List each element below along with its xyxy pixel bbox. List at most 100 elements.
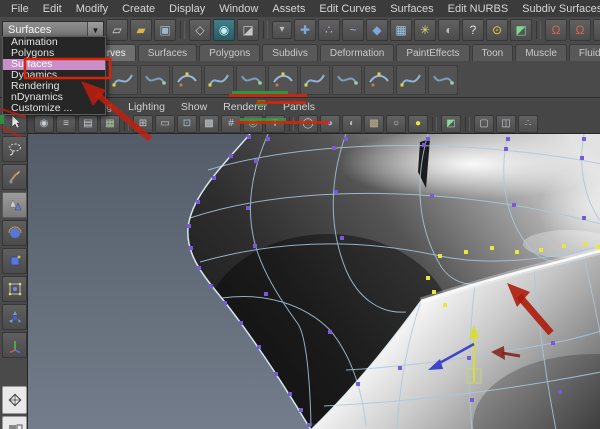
plugin-shapes-icon[interactable]: ∴	[518, 114, 538, 133]
highlight-selection-icon[interactable]: ◩	[510, 19, 532, 41]
textured-icon[interactable]: ▩	[364, 114, 384, 133]
mask-expand-icon[interactable]: ▾	[272, 21, 292, 39]
insert-knot-icon[interactable]	[364, 64, 394, 95]
rotate-tool[interactable]	[2, 220, 27, 246]
snap-curve-icon[interactable]: Ω	[569, 19, 591, 41]
cv-curve-tool-icon[interactable]	[108, 64, 138, 95]
default-light-icon[interactable]: ○	[386, 114, 406, 133]
menu-edit-nurbs[interactable]: Edit NURBS	[441, 3, 516, 15]
soft-modification-icon	[8, 311, 21, 323]
shelf-tab-painteffects[interactable]: PaintEffects	[396, 44, 470, 61]
shelf-tab-deformation[interactable]: Deformation	[319, 44, 395, 61]
menu-subdiv-surfaces[interactable]: Subdiv Surfaces	[515, 3, 600, 15]
panel-menu-panels[interactable]: Panels	[275, 101, 323, 113]
universal-manipulator-icon	[8, 282, 21, 296]
snap-point-icon[interactable]: Ω	[593, 19, 600, 41]
xray-icon[interactable]: ▢	[474, 114, 494, 133]
select-cursor-icon	[11, 114, 21, 129]
bookmarks-icon[interactable]: ▤	[78, 114, 98, 133]
lasso-tool[interactable]	[2, 136, 27, 162]
open-scene-icon[interactable]: ▰	[130, 19, 152, 41]
lasso-icon	[8, 143, 21, 156]
menu-window[interactable]: Window	[212, 3, 265, 15]
shelf-tab-muscle[interactable]: Muscle	[515, 44, 567, 61]
dropdown-item-customize[interactable]: Customize ...	[3, 103, 105, 114]
image-plane-icon[interactable]: ▦	[100, 114, 120, 133]
paint-selection-tool[interactable]	[2, 164, 27, 190]
open-close-curve-icon[interactable]	[332, 64, 362, 95]
four-view-layout-button[interactable]	[2, 386, 27, 414]
menu-surfaces[interactable]: Surfaces	[383, 3, 440, 15]
menu-edit[interactable]: Edit	[36, 3, 69, 15]
perspective-viewport[interactable]	[27, 133, 600, 429]
panel-menu-renderer[interactable]: Renderer	[215, 101, 275, 113]
extend-curve-icon[interactable]	[396, 64, 426, 95]
field-chart-icon[interactable]: #	[221, 114, 241, 133]
panel-menu-show[interactable]: Show	[173, 101, 215, 113]
select-handles-icon[interactable]: ✚	[294, 19, 316, 41]
isolate-select-icon[interactable]: ◩	[441, 114, 461, 133]
separator	[536, 21, 541, 39]
grid-icon[interactable]: ⊞	[133, 114, 153, 133]
scale-tool[interactable]	[2, 248, 27, 274]
select-object-icon[interactable]: ◉	[213, 19, 235, 41]
menu-display[interactable]: Display	[162, 3, 212, 15]
separator	[124, 116, 129, 131]
select-misc-icon[interactable]: ?	[462, 19, 484, 41]
gate-mask-icon[interactable]: ▩	[199, 114, 219, 133]
select-surfaces-icon[interactable]: ◆	[366, 19, 388, 41]
wireframe-on-shaded-icon[interactable]: ◫	[496, 114, 516, 133]
menu-modify[interactable]: Modify	[69, 3, 115, 15]
detach-curves-icon[interactable]	[268, 64, 298, 95]
attach-curves-icon[interactable]	[236, 64, 266, 95]
select-hierarchy-icon[interactable]: ◇	[189, 19, 211, 41]
all-lights-icon[interactable]: ●	[408, 114, 428, 133]
menu-create[interactable]: Create	[115, 3, 162, 15]
select-curves-icon[interactable]: ~	[342, 19, 364, 41]
arc-tool-icon[interactable]	[204, 64, 234, 95]
scale-tool-icon	[10, 255, 20, 266]
ep-curve-tool-icon[interactable]	[140, 64, 170, 95]
pencil-curve-tool-icon[interactable]	[172, 64, 202, 95]
separator	[289, 116, 294, 131]
select-deformations-icon[interactable]: ▦	[390, 19, 412, 41]
last-tool-used[interactable]	[2, 332, 27, 358]
film-gate-icon[interactable]: ▭	[155, 114, 175, 133]
shelf-tab-fluids[interactable]: Fluids	[568, 44, 600, 61]
flat-shade-icon[interactable]: ◐	[342, 114, 362, 133]
four-view-layout-icon	[8, 393, 21, 407]
menu-edit-curves[interactable]: Edit Curves	[312, 3, 383, 15]
save-scene-icon[interactable]: ▣	[154, 19, 176, 41]
select-rendering-icon[interactable]: ◐	[438, 19, 460, 41]
select-component-icon[interactable]: ◪	[237, 19, 259, 41]
menu-file[interactable]: File	[4, 3, 36, 15]
panel-menu-lighting[interactable]: Lighting	[120, 101, 173, 113]
snap-grid-icon[interactable]: Ω	[545, 19, 567, 41]
shelf-tab-surfaces[interactable]: Surfaces	[137, 44, 198, 61]
tool-box	[0, 99, 28, 429]
safe-title-icon[interactable]: T	[265, 114, 285, 133]
new-scene-icon[interactable]: ▱	[106, 19, 128, 41]
soft-modification-tool[interactable]	[2, 304, 27, 330]
camera-attributes-icon[interactable]: ≡	[56, 114, 76, 133]
cut-curve-icon[interactable]	[300, 64, 330, 95]
wireframe-icon[interactable]: ◯	[298, 114, 318, 133]
persp-outliner-layout-button[interactable]	[2, 416, 27, 429]
select-camera-icon[interactable]: ◉	[34, 114, 54, 133]
select-points-icon[interactable]: ∴	[318, 19, 340, 41]
menu-set-value: Surfaces	[8, 24, 52, 36]
universal-manipulator-tool[interactable]	[2, 276, 27, 302]
select-dynamics-icon[interactable]: ✳	[414, 19, 436, 41]
resolution-gate-icon[interactable]: ⊡	[177, 114, 197, 133]
menu-assets[interactable]: Assets	[265, 3, 312, 15]
panel-toolbar: ◉ ≡ ▤ ▦ ⊞ ▭ ⊡ ▩ # ◎ T ◯ ● ◐ ▩ ○ ● ◩ ▢ ◫ …	[27, 114, 600, 134]
move-tool[interactable]	[2, 192, 27, 218]
rotate-tool-icon	[8, 226, 21, 238]
shelf-tab-subdivs[interactable]: Subdivs	[262, 44, 318, 61]
smooth-shade-icon[interactable]: ●	[320, 114, 340, 133]
shelf-tab-toon[interactable]: Toon	[471, 44, 514, 61]
lock-selection-icon[interactable]: ⊙	[486, 19, 508, 41]
safe-action-icon[interactable]: ◎	[243, 114, 263, 133]
offset-curve-icon[interactable]	[428, 64, 458, 95]
shelf-tab-polygons[interactable]: Polygons	[199, 44, 261, 61]
